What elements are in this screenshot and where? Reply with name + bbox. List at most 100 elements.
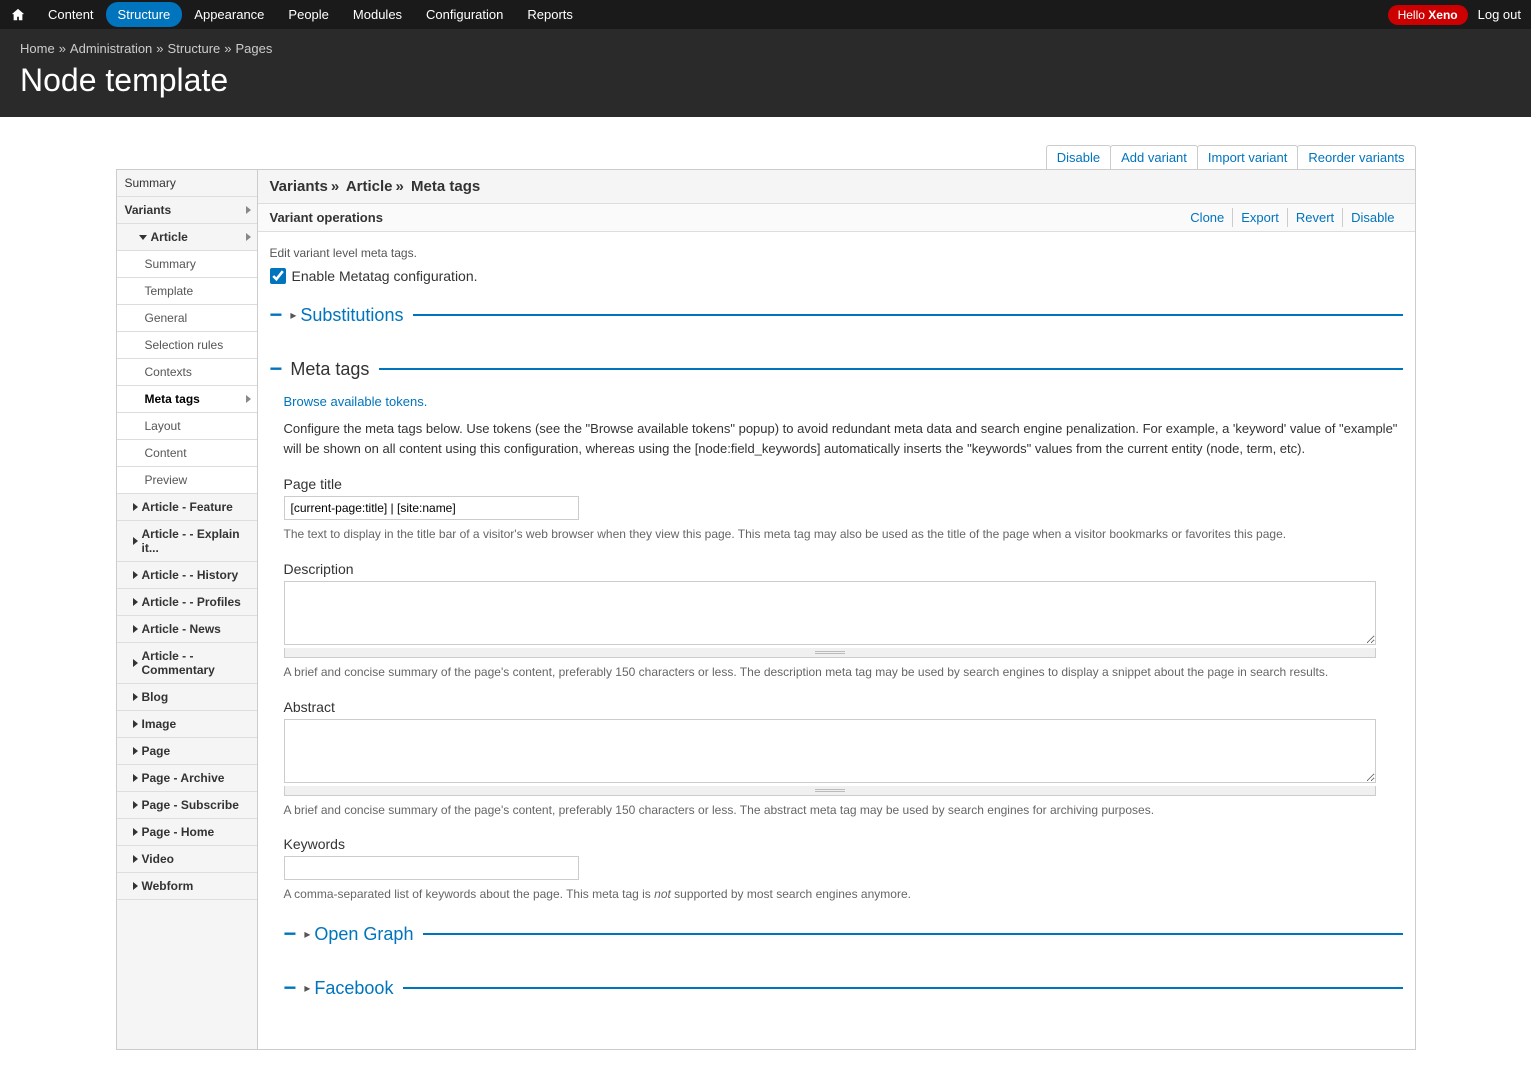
fieldset-substitutions: − ▸ Substitutions xyxy=(270,302,1403,328)
sidebar-sub-contexts[interactable]: Contexts xyxy=(117,359,257,386)
nav-people[interactable]: People xyxy=(276,2,340,27)
caret-right-icon xyxy=(133,720,138,728)
substitutions-legend[interactable]: Substitutions xyxy=(300,305,403,326)
home-icon[interactable] xyxy=(10,7,26,23)
variant-op-export[interactable]: Export xyxy=(1232,208,1287,227)
variant-op-disable[interactable]: Disable xyxy=(1342,208,1402,227)
sidebar-variant[interactable]: Article - News xyxy=(117,616,257,643)
caret-right-icon xyxy=(133,693,138,701)
sidebar-sub-selection-rules[interactable]: Selection rules xyxy=(117,332,257,359)
nav-reports[interactable]: Reports xyxy=(515,2,585,27)
facebook-legend[interactable]: Facebook xyxy=(314,978,393,999)
caret-right-icon xyxy=(133,571,138,579)
abstract-textarea[interactable] xyxy=(284,719,1376,783)
page-tab-add-variant[interactable]: Add variant xyxy=(1110,145,1198,169)
breadcrumb: Home»Administration»Structure»Pages xyxy=(20,41,1511,56)
edit-description: Edit variant level meta tags. xyxy=(270,246,1403,260)
abstract-label: Abstract xyxy=(284,699,1403,715)
page-title-label: Page title xyxy=(284,476,1403,492)
variant-operations-bar: Variant operations CloneExportRevertDisa… xyxy=(258,204,1415,232)
caret-right-icon xyxy=(133,801,138,809)
breadcrumb-link[interactable]: Administration xyxy=(70,41,152,56)
description-desc: A brief and concise summary of the page'… xyxy=(284,664,1403,681)
collapse-icon[interactable]: − xyxy=(284,921,297,947)
sidebar-sub-meta-tags[interactable]: Meta tags xyxy=(117,386,257,413)
sidebar-variant[interactable]: Article - - History xyxy=(117,562,257,589)
nav-configuration[interactable]: Configuration xyxy=(414,2,515,27)
collapse-icon[interactable]: − xyxy=(270,302,283,328)
caret-right-icon xyxy=(246,233,251,241)
fieldset-open-graph: − ▸ Open Graph xyxy=(284,921,1403,947)
sidebar-sub-layout[interactable]: Layout xyxy=(117,413,257,440)
sidebar-sub-template[interactable]: Template xyxy=(117,278,257,305)
expand-icon[interactable]: ▸ xyxy=(304,981,310,995)
enable-metatag-label: Enable Metatag configuration. xyxy=(292,268,478,284)
sidebar-sub-preview[interactable]: Preview xyxy=(117,467,257,494)
textarea-resize-handle[interactable] xyxy=(284,786,1376,796)
form-item-description: Description A brief and concise summary … xyxy=(284,561,1403,681)
keywords-input[interactable] xyxy=(284,856,579,880)
open-graph-legend[interactable]: Open Graph xyxy=(314,924,413,945)
expand-icon[interactable]: ▸ xyxy=(290,308,296,322)
page-title-input[interactable] xyxy=(284,496,579,520)
breadcrumb-link[interactable]: Home xyxy=(20,41,55,56)
browse-tokens-link[interactable]: Browse available tokens. xyxy=(284,394,428,409)
sidebar: Summary Variants Article SummaryTemplate… xyxy=(117,170,258,1049)
variant-op-clone[interactable]: Clone xyxy=(1182,208,1232,227)
sidebar-variant[interactable]: Webform xyxy=(117,873,257,900)
collapse-icon[interactable]: − xyxy=(284,975,297,1001)
breadcrumb-link[interactable]: Pages xyxy=(236,41,273,56)
sidebar-variant[interactable]: Video xyxy=(117,846,257,873)
content-header: Variants» Article» Meta tags xyxy=(258,170,1415,204)
page-header: Home»Administration»Structure»Pages Node… xyxy=(0,29,1531,117)
nav-appearance[interactable]: Appearance xyxy=(182,2,276,27)
content-area: Summary Variants Article SummaryTemplate… xyxy=(116,169,1416,1050)
main-content: Variants» Article» Meta tags Variant ope… xyxy=(258,170,1415,1049)
caret-right-icon xyxy=(246,395,251,403)
toolbar-nav: ContentStructureAppearancePeopleModulesC… xyxy=(36,2,585,27)
sidebar-sub-summary[interactable]: Summary xyxy=(117,251,257,278)
page-tab-reorder-variants[interactable]: Reorder variants xyxy=(1297,145,1415,169)
nav-modules[interactable]: Modules xyxy=(341,2,414,27)
page-tab-disable[interactable]: Disable xyxy=(1046,145,1111,169)
sidebar-variant[interactable]: Image xyxy=(117,711,257,738)
caret-right-icon xyxy=(133,659,138,667)
expand-icon[interactable]: ▸ xyxy=(304,927,310,941)
sidebar-variant[interactable]: Article - - Explain it... xyxy=(117,521,257,562)
sidebar-variants[interactable]: Variants xyxy=(117,197,257,224)
sidebar-variant[interactable]: Article - Feature xyxy=(117,494,257,521)
nav-content[interactable]: Content xyxy=(36,2,106,27)
variant-ops-title: Variant operations xyxy=(270,210,383,225)
sidebar-variant[interactable]: Article - - Profiles xyxy=(117,589,257,616)
sidebar-variant[interactable]: Page xyxy=(117,738,257,765)
sidebar-summary[interactable]: Summary xyxy=(117,170,257,197)
caret-right-icon xyxy=(246,206,251,214)
sidebar-article[interactable]: Article xyxy=(117,224,257,251)
sidebar-variant[interactable]: Page - Archive xyxy=(117,765,257,792)
form-item-page-title: Page title The text to display in the ti… xyxy=(284,476,1403,543)
sidebar-variant[interactable]: Page - Subscribe xyxy=(117,792,257,819)
caret-right-icon xyxy=(133,774,138,782)
page-tab-import-variant[interactable]: Import variant xyxy=(1197,145,1298,169)
sidebar-sub-general[interactable]: General xyxy=(117,305,257,332)
config-help-text: Configure the meta tags below. Use token… xyxy=(284,419,1403,458)
variant-op-revert[interactable]: Revert xyxy=(1287,208,1342,227)
enable-metatag-row: Enable Metatag configuration. xyxy=(270,268,1403,284)
sidebar-variant[interactable]: Page - Home xyxy=(117,819,257,846)
sidebar-sub-content[interactable]: Content xyxy=(117,440,257,467)
collapse-icon[interactable]: − xyxy=(270,356,283,382)
sidebar-variant[interactable]: Blog xyxy=(117,684,257,711)
description-textarea[interactable] xyxy=(284,581,1376,645)
caret-down-icon xyxy=(139,235,147,240)
breadcrumb-link[interactable]: Structure xyxy=(168,41,221,56)
textarea-resize-handle[interactable] xyxy=(284,648,1376,658)
logout-link[interactable]: Log out xyxy=(1478,7,1521,22)
enable-metatag-checkbox[interactable] xyxy=(270,268,286,284)
nav-structure[interactable]: Structure xyxy=(106,2,183,27)
page-title-desc: The text to display in the title bar of … xyxy=(284,526,1403,543)
caret-right-icon xyxy=(133,882,138,890)
keywords-desc: A comma-separated list of keywords about… xyxy=(284,886,1403,903)
hello-user-badge[interactable]: Hello Xeno xyxy=(1388,5,1468,25)
caret-right-icon xyxy=(133,747,138,755)
sidebar-variant[interactable]: Article - - Commentary xyxy=(117,643,257,684)
